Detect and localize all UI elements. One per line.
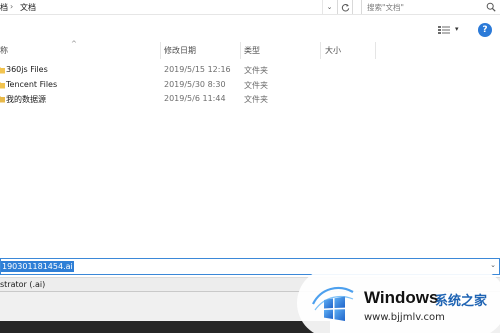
view-options-icon[interactable]: [438, 25, 450, 35]
search-icon[interactable]: [486, 2, 496, 12]
taskbar-strip: [0, 321, 330, 333]
file-name: 我的数据源: [6, 95, 46, 104]
search-input[interactable]: 搜索"文档": [367, 2, 404, 13]
file-name: Tencent Files: [6, 80, 58, 89]
file-row[interactable]: 360js Files 2019/5/15 12:16 文件夹: [0, 63, 330, 78]
folder-icon: [0, 67, 5, 74]
view-dropdown-chevron-icon[interactable]: ▾: [455, 25, 459, 33]
breadcrumb-current-folder[interactable]: 文档: [20, 2, 36, 13]
column-divider[interactable]: [375, 42, 376, 59]
file-type: 文件夹: [244, 81, 268, 90]
refresh-icon: [341, 3, 349, 11]
file-name: 360js Files: [6, 65, 48, 74]
refresh-button[interactable]: [337, 0, 353, 14]
file-row[interactable]: 我的数据源 2019/5/6 11:44 文件夹: [0, 92, 330, 107]
sort-arrow-icon: ^: [71, 40, 77, 48]
address-dropdown-button[interactable]: ⌄: [322, 0, 336, 14]
save-type-value: strator (.ai): [0, 280, 46, 289]
column-divider[interactable]: [240, 42, 241, 59]
breadcrumb-separator-icon[interactable]: ›: [10, 2, 13, 11]
folder-icon: [0, 96, 5, 103]
chevron-down-icon: ⌄: [326, 3, 333, 11]
address-bar[interactable]: 档 › 文档 ⌄ 搜索"文档": [0, 0, 500, 15]
file-type: 文件夹: [244, 66, 268, 75]
file-row[interactable]: Tencent Files 2019/5/30 8:30 文件夹: [0, 78, 330, 93]
column-divider[interactable]: [160, 42, 161, 59]
toolbar: ▾ ?: [0, 15, 500, 42]
file-date: 2019/5/6 11:44: [164, 94, 226, 103]
search-box[interactable]: 搜索"文档": [361, 0, 500, 14]
chevron-down-icon[interactable]: ⌄: [490, 261, 496, 269]
file-date: 2019/5/30 8:30: [164, 80, 226, 89]
windows-logo-icon: [312, 286, 354, 321]
column-type-header[interactable]: 类型: [244, 42, 260, 59]
breadcrumb-prefix[interactable]: 档: [0, 2, 8, 13]
watermark-url: www.bjjmlv.com: [364, 312, 445, 323]
filename-input[interactable]: 190301181454.ai: [1, 261, 74, 272]
watermark-brand: Windows: [364, 288, 439, 307]
folder-icon: [0, 82, 5, 89]
file-date: 2019/5/15 12:16: [164, 65, 231, 74]
column-size-header[interactable]: 大小: [325, 42, 341, 59]
column-header: 称 ^ 修改日期 类型 大小: [0, 40, 500, 59]
watermark-cn-text: 系统之家: [435, 294, 488, 309]
column-divider[interactable]: [320, 42, 321, 59]
column-name-header[interactable]: 称: [0, 42, 8, 59]
help-button[interactable]: ?: [478, 23, 492, 37]
file-type: 文件夹: [244, 95, 268, 104]
column-date-header[interactable]: 修改日期: [164, 42, 196, 59]
